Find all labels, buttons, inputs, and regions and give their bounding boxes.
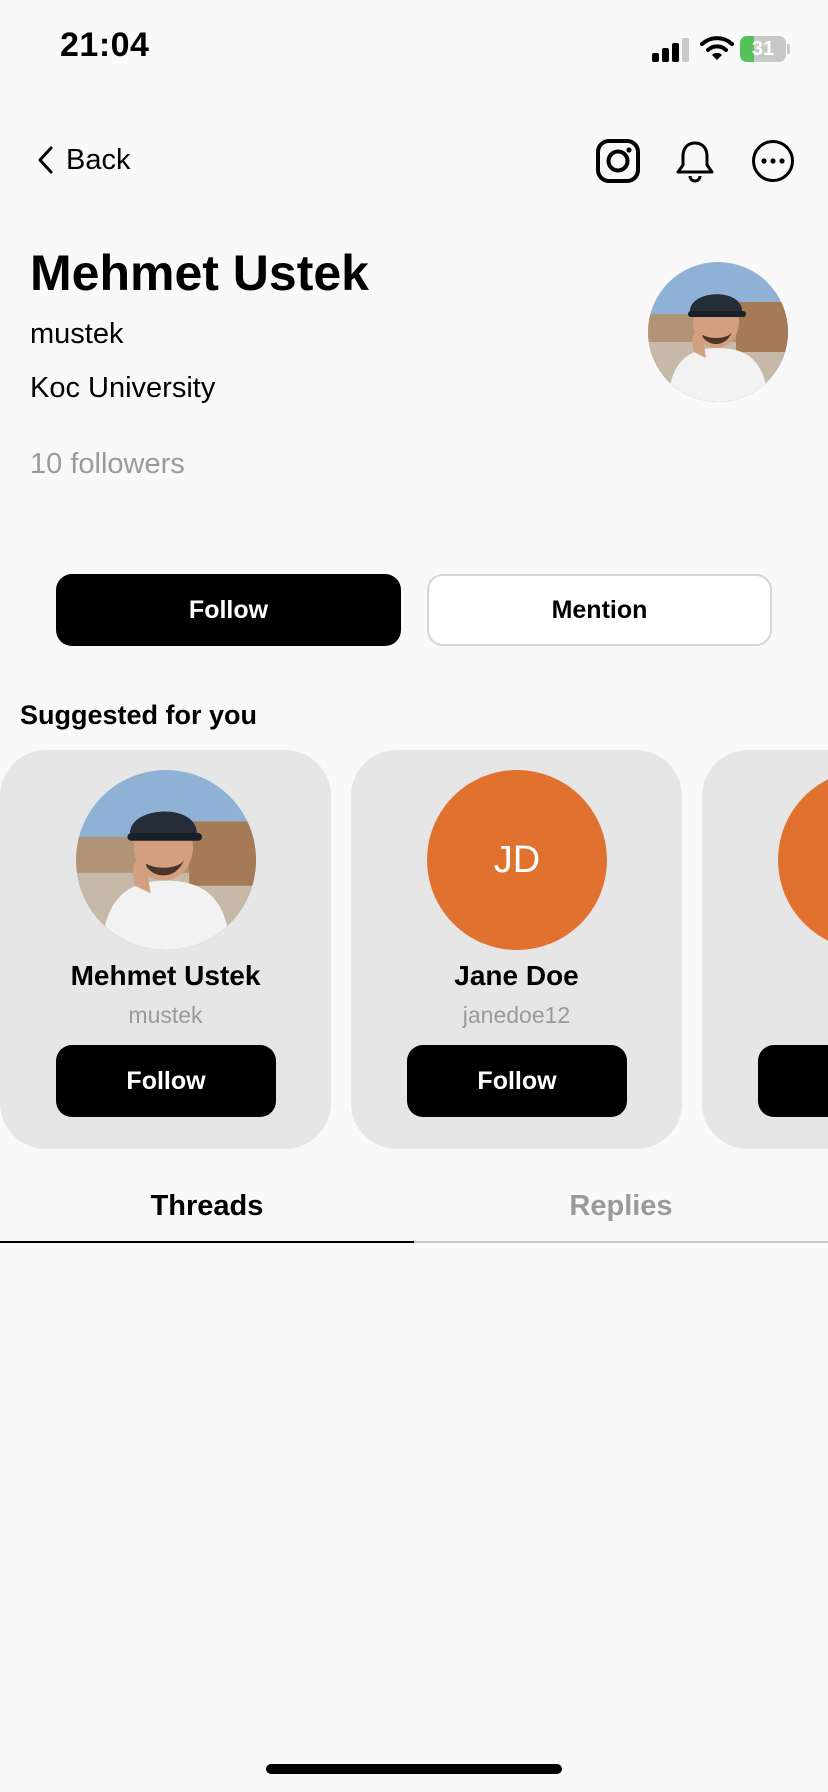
avatar-initials: JD — [427, 770, 607, 950]
profile-username: mustek — [30, 318, 124, 350]
mention-button[interactable]: Mention — [427, 574, 772, 646]
instagram-icon[interactable] — [595, 138, 641, 184]
suggestion-card[interactable]: F — [702, 750, 828, 1149]
battery-level: 31 — [751, 38, 775, 60]
suggestion-follow-button[interactable]: Follow — [407, 1045, 627, 1117]
suggestion-avatar[interactable] — [778, 770, 828, 950]
profile-avatar[interactable] — [648, 262, 788, 402]
suggestion-follow-button[interactable]: Follow — [56, 1045, 276, 1117]
follow-button[interactable]: Follow — [56, 574, 401, 646]
suggestion-card[interactable]: Mehmet Ustek mustek Follow — [0, 750, 331, 1149]
back-label: Back — [66, 143, 131, 176]
profile-name: Mehmet Ustek — [30, 245, 369, 301]
profile-affiliation: Koc University — [30, 372, 216, 404]
battery-icon: 31 — [740, 36, 790, 62]
suggestion-follow-button[interactable] — [758, 1045, 828, 1117]
home-indicator[interactable] — [266, 1764, 562, 1774]
more-icon[interactable] — [750, 138, 796, 184]
status-time: 21:04 — [60, 26, 150, 64]
suggestion-name: Mehmet Ustek — [70, 960, 261, 991]
suggestion-name: F — [702, 960, 828, 992]
suggestion-avatar[interactable] — [76, 770, 256, 950]
suggested-title: Suggested for you — [20, 700, 258, 730]
back-button[interactable]: Back — [36, 140, 130, 180]
suggestion-avatar[interactable]: JD — [427, 770, 607, 950]
suggestion-username: janedoe12 — [462, 1002, 571, 1028]
tab-active-indicator — [0, 1241, 414, 1243]
suggestion-name: Jane Doe — [454, 960, 579, 991]
bell-icon[interactable] — [672, 138, 718, 184]
signal-icon — [652, 38, 690, 62]
suggestion-username: mustek — [128, 1002, 203, 1028]
tab-threads[interactable]: Threads — [0, 1190, 414, 1223]
tab-replies[interactable]: Replies — [414, 1190, 828, 1223]
suggestion-card[interactable]: JD Jane Doe janedoe12 Follow — [351, 750, 682, 1149]
followers-count[interactable]: 10 followers — [30, 448, 185, 481]
wifi-icon — [700, 34, 734, 62]
chevron-left-icon — [38, 146, 53, 174]
